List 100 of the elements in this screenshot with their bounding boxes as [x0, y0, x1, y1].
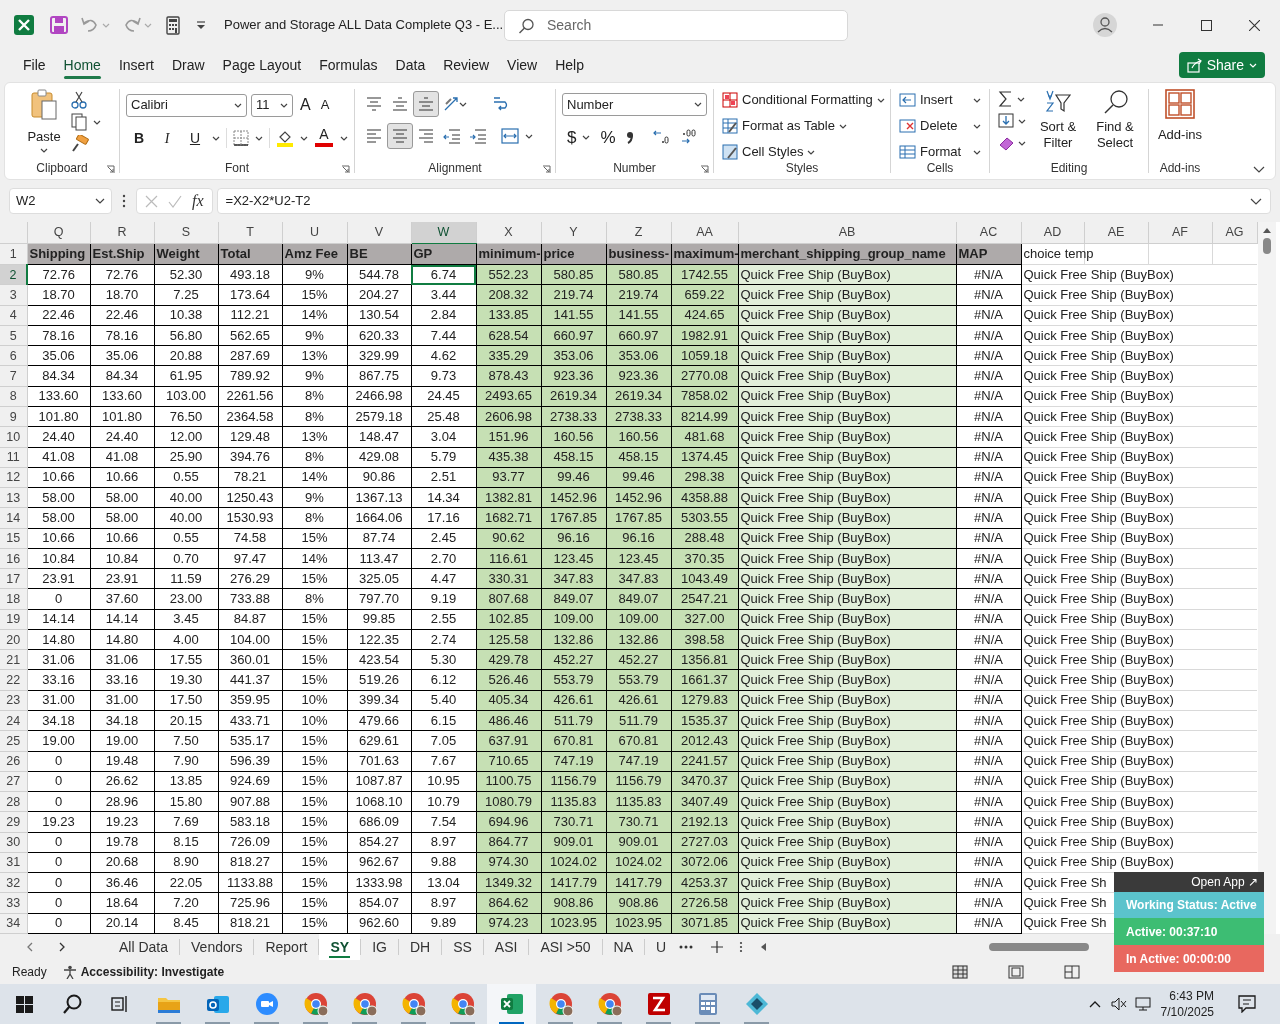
calculator-icon[interactable]	[166, 15, 180, 35]
table-cell[interactable]: 20.15	[154, 710, 218, 731]
network-icon[interactable]	[1134, 996, 1151, 1012]
row-header[interactable]: 28	[0, 791, 27, 812]
table-cell[interactable]: 15%	[282, 528, 347, 549]
table-cell[interactable]: 924.69	[218, 771, 282, 792]
grow-font-button[interactable]: A	[297, 93, 314, 117]
table-cell[interactable]: 13.85	[154, 771, 218, 792]
table-cell[interactable]: 0.70	[154, 548, 218, 569]
scroll-left-icon[interactable]	[759, 942, 768, 952]
table-cell[interactable]: #N/A	[956, 366, 1021, 387]
browser-icon[interactable]	[401, 992, 426, 1016]
table-cell[interactable]: 0	[27, 913, 90, 934]
row-header[interactable]: 3	[0, 284, 27, 306]
column-header[interactable]: AB	[738, 222, 956, 244]
table-cell[interactable]: #N/A	[956, 609, 1021, 630]
table-cell[interactable]: 854.07	[347, 892, 411, 914]
open-app-button[interactable]: Open App ↗	[1114, 872, 1264, 892]
sheet-tab[interactable]: IG	[361, 934, 398, 960]
table-cell[interactable]: 61.95	[154, 366, 218, 387]
menu-tab[interactable]: Home	[54, 51, 110, 79]
table-cell[interactable]: 99.85	[347, 609, 411, 630]
table-cell[interactable]: 329.99	[347, 345, 411, 366]
table-cell[interactable]: 31.00	[27, 690, 90, 711]
table-cell[interactable]: 433.71	[218, 710, 282, 731]
table-cell[interactable]: 15.80	[154, 791, 218, 812]
table-cell[interactable]: 583.18	[218, 811, 282, 833]
video-app-icon[interactable]	[254, 992, 279, 1016]
table-cell[interactable]: 15%	[282, 832, 347, 853]
table-cell[interactable]: 11.59	[154, 568, 218, 589]
table-cell[interactable]: 20.68	[90, 852, 154, 873]
increase-decimal-icon[interactable]	[651, 128, 670, 146]
table-cell[interactable]: 9%	[282, 325, 347, 346]
table-cell[interactable]: 13.04	[411, 872, 476, 893]
table-cell[interactable]: 479.66	[347, 710, 411, 731]
previous-sheet-icon[interactable]	[26, 942, 34, 952]
row-header[interactable]: 24	[0, 710, 27, 731]
sheet-tab[interactable]: U	[645, 934, 678, 960]
table-cell[interactable]: 0	[27, 588, 90, 610]
column-header[interactable]: Y	[541, 222, 606, 244]
table-cell[interactable]: 19.00	[27, 730, 90, 752]
table-cell[interactable]: 15%	[282, 649, 347, 670]
table-cell[interactable]: #N/A	[956, 852, 1021, 873]
table-cell[interactable]: #N/A	[956, 892, 1021, 914]
table-cell[interactable]: 733.88	[218, 588, 282, 610]
table-cell[interactable]: 962.67	[347, 852, 411, 873]
table-cell[interactable]: 3.44	[411, 284, 476, 306]
table-cell[interactable]: 0	[27, 751, 90, 772]
table-cell[interactable]: 1133.88	[218, 872, 282, 893]
table-cell[interactable]: 962.60	[347, 913, 411, 934]
browser-icon[interactable]	[548, 992, 573, 1016]
shrink-font-button[interactable]: A	[317, 93, 333, 117]
table-cell[interactable]: #N/A	[956, 305, 1021, 326]
table-cell[interactable]: 56.80	[154, 325, 218, 346]
table-cell[interactable]: 14.34	[411, 487, 476, 508]
notifications-icon[interactable]	[1238, 995, 1256, 1013]
row-header[interactable]: 32	[0, 872, 27, 893]
table-cell[interactable]: 72.76	[90, 264, 154, 285]
table-cell[interactable]: 8%	[282, 447, 347, 468]
table-cell[interactable]: 8.90	[154, 852, 218, 873]
table-cell[interactable]: 78.16	[27, 325, 90, 346]
table-cell[interactable]: 0	[27, 771, 90, 792]
table-cell[interactable]: 40.00	[154, 507, 218, 529]
table-cell[interactable]: 101.80	[90, 406, 154, 427]
table-cell[interactable]: 2.51	[411, 467, 476, 488]
table-cell[interactable]: 78.21	[218, 467, 282, 488]
table-cell[interactable]: 3.04	[411, 426, 476, 448]
row-header[interactable]: 30	[0, 832, 27, 853]
taskbar-app[interactable]	[487, 984, 536, 1024]
table-cell[interactable]: 8%	[282, 507, 347, 529]
column-header[interactable]: AD	[1021, 222, 1084, 244]
column-header[interactable]: V	[347, 222, 411, 244]
table-cell[interactable]: 854.27	[347, 832, 411, 853]
table-cell[interactable]: 133.60	[27, 386, 90, 407]
table-cell[interactable]: 907.88	[218, 791, 282, 812]
table-cell[interactable]: 7.20	[154, 892, 218, 914]
table-cell[interactable]: 726.09	[218, 832, 282, 853]
row-header[interactable]: 22	[0, 669, 27, 691]
table-cell[interactable]: #N/A	[956, 507, 1021, 529]
percent-button[interactable]: %	[598, 125, 618, 149]
table-cell[interactable]: 22.05	[154, 872, 218, 893]
row-header[interactable]: 25	[0, 730, 27, 752]
table-cell[interactable]: #N/A	[956, 426, 1021, 448]
table-cell[interactable]: 4.00	[154, 629, 218, 650]
table-cell[interactable]: 6.12	[411, 669, 476, 691]
table-cell[interactable]: #N/A	[956, 649, 1021, 670]
table-cell[interactable]: 9%	[282, 487, 347, 508]
row-header[interactable]: 7	[0, 366, 27, 387]
table-cell[interactable]: 122.35	[347, 629, 411, 650]
add-ins-button[interactable]: Add-ins	[1157, 89, 1203, 145]
table-cell[interactable]: 26.62	[90, 771, 154, 792]
table-cell[interactable]: #N/A	[956, 791, 1021, 812]
table-cell[interactable]: 18.70	[27, 284, 90, 306]
table-cell[interactable]: 8%	[282, 406, 347, 427]
table-cell[interactable]: 23.91	[90, 568, 154, 589]
table-cell[interactable]: 7.90	[154, 751, 218, 772]
caret-icon[interactable]	[973, 148, 981, 156]
table-cell[interactable]: 24.40	[27, 426, 90, 448]
table-cell[interactable]: 33.16	[90, 669, 154, 691]
row-header[interactable]: 17	[0, 568, 27, 589]
